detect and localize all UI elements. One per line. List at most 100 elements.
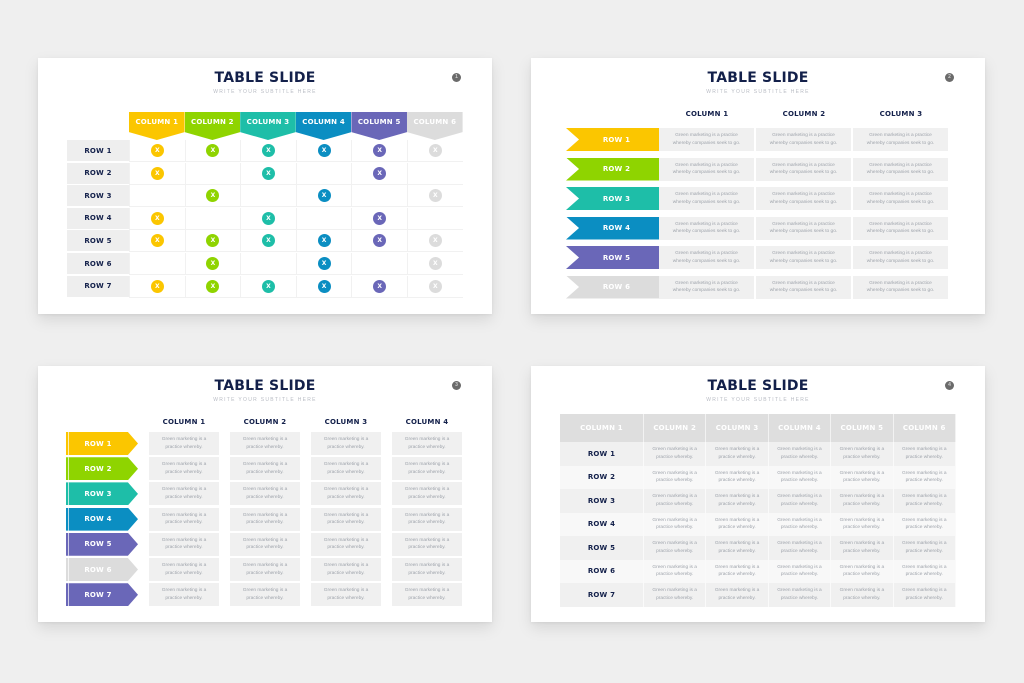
table-cell[interactable]: Green marketing is a practice whereby co…: [659, 157, 754, 181]
table-cell[interactable]: Green marketing is a practice whereby.: [230, 507, 300, 531]
matrix-cell[interactable]: X: [351, 140, 407, 162]
table-cell[interactable]: Green marketing is a practice whereby.: [644, 489, 707, 513]
matrix-cell[interactable]: [184, 207, 241, 230]
matrix-cell[interactable]: X: [129, 162, 185, 185]
matrix-cell[interactable]: X: [129, 275, 185, 298]
table-cell[interactable]: Green marketing is a practice whereby.: [769, 559, 832, 583]
table-cell[interactable]: Green marketing is a practice whereby co…: [659, 275, 754, 299]
table-cell[interactable]: Green marketing is a practice whereby co…: [659, 187, 754, 210]
slide-2-arrow-rows-table[interactable]: TABLE SLIDE WRITE YOUR SUBTITLE HERE 2 C…: [531, 58, 985, 314]
table-cell[interactable]: Green marketing is a practice whereby.: [149, 482, 219, 506]
table-cell[interactable]: Green marketing is a practice whereby.: [230, 532, 300, 556]
matrix-cell[interactable]: X: [351, 162, 407, 185]
table-cell[interactable]: Green marketing is a practice whereby.: [894, 583, 956, 607]
matrix-cell[interactable]: X: [407, 140, 463, 162]
table-cell[interactable]: Green marketing is a practice whereby.: [149, 558, 219, 581]
table-cell[interactable]: Green marketing is a practice whereby.: [392, 457, 462, 481]
table-cell[interactable]: Green marketing is a practice whereby co…: [756, 157, 851, 181]
matrix-cell[interactable]: X: [407, 185, 463, 208]
table-cell[interactable]: Green marketing is a practice whereby.: [392, 432, 462, 455]
table-cell[interactable]: Green marketing is a practice whereby.: [149, 583, 219, 607]
table-cell[interactable]: Green marketing is a practice whereby.: [831, 489, 894, 513]
table-cell[interactable]: Green marketing is a practice whereby.: [706, 465, 769, 489]
table-cell[interactable]: Green marketing is a practice whereby.: [894, 465, 956, 489]
matrix-cell[interactable]: [240, 253, 296, 275]
matrix-cell[interactable]: X: [129, 230, 185, 253]
matrix-cell[interactable]: X: [184, 253, 241, 275]
matrix-cell[interactable]: X: [407, 275, 463, 298]
table-cell[interactable]: Green marketing is a practice whereby.: [831, 559, 894, 583]
matrix-cell[interactable]: X: [129, 207, 185, 230]
table-cell[interactable]: Green marketing is a practice whereby.: [230, 457, 300, 481]
matrix-cell[interactable]: [351, 253, 407, 275]
table-cell[interactable]: Green marketing is a practice whereby.: [311, 507, 381, 531]
matrix-cell[interactable]: [295, 207, 352, 230]
table-cell[interactable]: Green marketing is a practice whereby co…: [853, 246, 948, 269]
table-cell[interactable]: Green marketing is a practice whereby.: [311, 432, 381, 455]
table-cell[interactable]: Green marketing is a practice whereby.: [894, 489, 956, 513]
matrix-cell[interactable]: X: [351, 230, 407, 253]
table-cell[interactable]: Green marketing is a practice whereby.: [311, 558, 381, 581]
matrix-cell[interactable]: X: [184, 230, 241, 253]
table-cell[interactable]: Green marketing is a practice whereby co…: [853, 157, 948, 181]
table-cell[interactable]: Green marketing is a practice whereby.: [769, 536, 832, 560]
slide-4-striped-table[interactable]: TABLE SLIDE WRITE YOUR SUBTITLE HERE 4 C…: [531, 366, 985, 622]
table-cell[interactable]: Green marketing is a practice whereby.: [706, 512, 769, 536]
table-cell[interactable]: Green marketing is a practice whereby.: [230, 583, 300, 607]
table-cell[interactable]: Green marketing is a practice whereby.: [644, 512, 707, 536]
matrix-cell[interactable]: X: [295, 185, 352, 208]
table-cell[interactable]: Green marketing is a practice whereby.: [392, 507, 462, 531]
matrix-cell[interactable]: X: [184, 185, 241, 208]
table-cell[interactable]: Green marketing is a practice whereby.: [831, 536, 894, 560]
table-cell[interactable]: Green marketing is a practice whereby.: [769, 583, 832, 607]
table-cell[interactable]: Green marketing is a practice whereby.: [644, 559, 707, 583]
table-cell[interactable]: Green marketing is a practice whereby.: [894, 536, 956, 560]
table-cell[interactable]: Green marketing is a practice whereby.: [831, 442, 894, 466]
table-cell[interactable]: Green marketing is a practice whereby.: [894, 442, 956, 466]
table-cell[interactable]: Green marketing is a practice whereby.: [392, 532, 462, 556]
table-cell[interactable]: Green marketing is a practice whereby co…: [756, 275, 851, 299]
matrix-cell[interactable]: X: [351, 275, 407, 298]
table-cell[interactable]: Green marketing is a practice whereby co…: [756, 187, 851, 210]
table-cell[interactable]: Green marketing is a practice whereby.: [894, 512, 956, 536]
table-cell[interactable]: Green marketing is a practice whereby.: [769, 465, 832, 489]
matrix-cell[interactable]: X: [240, 140, 296, 162]
matrix-cell[interactable]: X: [295, 253, 352, 275]
matrix-cell[interactable]: [129, 185, 185, 208]
matrix-cell[interactable]: X: [295, 230, 352, 253]
table-cell[interactable]: Green marketing is a practice whereby.: [831, 512, 894, 536]
table-cell[interactable]: Green marketing is a practice whereby.: [894, 559, 956, 583]
table-cell[interactable]: Green marketing is a practice whereby.: [644, 465, 707, 489]
table-cell[interactable]: Green marketing is a practice whereby.: [311, 532, 381, 556]
table-cell[interactable]: Green marketing is a practice whereby co…: [853, 275, 948, 299]
matrix-cell[interactable]: [407, 207, 463, 230]
table-cell[interactable]: Green marketing is a practice whereby.: [149, 432, 219, 455]
table-cell[interactable]: Green marketing is a practice whereby co…: [659, 128, 754, 151]
table-cell[interactable]: Green marketing is a practice whereby.: [769, 489, 832, 513]
table-cell[interactable]: Green marketing is a practice whereby.: [392, 583, 462, 607]
matrix-cell[interactable]: X: [240, 162, 296, 185]
matrix-cell[interactable]: [240, 185, 296, 208]
table-cell[interactable]: Green marketing is a practice whereby co…: [756, 246, 851, 269]
table-cell[interactable]: Green marketing is a practice whereby co…: [659, 246, 754, 269]
table-cell[interactable]: Green marketing is a practice whereby.: [311, 583, 381, 607]
matrix-cell[interactable]: X: [184, 275, 241, 298]
matrix-cell[interactable]: X: [351, 207, 407, 230]
matrix-cell[interactable]: X: [240, 230, 296, 253]
matrix-cell[interactable]: [351, 185, 407, 208]
table-cell[interactable]: Green marketing is a practice whereby co…: [853, 128, 948, 151]
table-cell[interactable]: Green marketing is a practice whereby.: [769, 512, 832, 536]
table-cell[interactable]: Green marketing is a practice whereby.: [311, 482, 381, 506]
table-cell[interactable]: Green marketing is a practice whereby.: [706, 559, 769, 583]
table-cell[interactable]: Green marketing is a practice whereby co…: [853, 216, 948, 240]
table-cell[interactable]: Green marketing is a practice whereby.: [230, 558, 300, 581]
matrix-cell[interactable]: X: [407, 230, 463, 253]
table-cell[interactable]: Green marketing is a practice whereby.: [644, 583, 707, 607]
table-cell[interactable]: Green marketing is a practice whereby.: [149, 532, 219, 556]
table-cell[interactable]: Green marketing is a practice whereby.: [644, 536, 707, 560]
matrix-cell[interactable]: X: [407, 253, 463, 275]
table-cell[interactable]: Green marketing is a practice whereby.: [831, 583, 894, 607]
slide-3-arrow-rows-table[interactable]: TABLE SLIDE WRITE YOUR SUBTITLE HERE 3 C…: [38, 366, 492, 622]
table-cell[interactable]: Green marketing is a practice whereby.: [644, 442, 707, 466]
table-cell[interactable]: Green marketing is a practice whereby.: [706, 583, 769, 607]
